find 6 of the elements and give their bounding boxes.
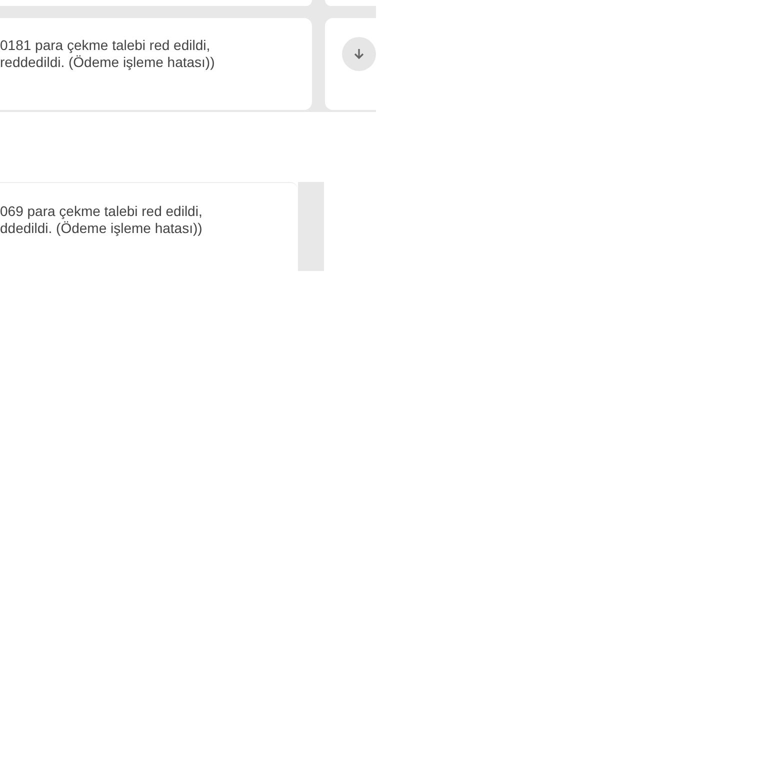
message-text: 0181 para çekme talebi red edildi,	[0, 37, 212, 54]
arrow-down-icon	[352, 48, 364, 60]
download-button[interactable]	[342, 37, 376, 71]
message-text: reddedildi. (Ödeme işleme hatası))	[0, 54, 216, 71]
message-text: ddedildi. (Ödeme işleme hatası))	[0, 220, 204, 237]
message-text: 069 para çekme talebi red edildi,	[0, 203, 204, 220]
